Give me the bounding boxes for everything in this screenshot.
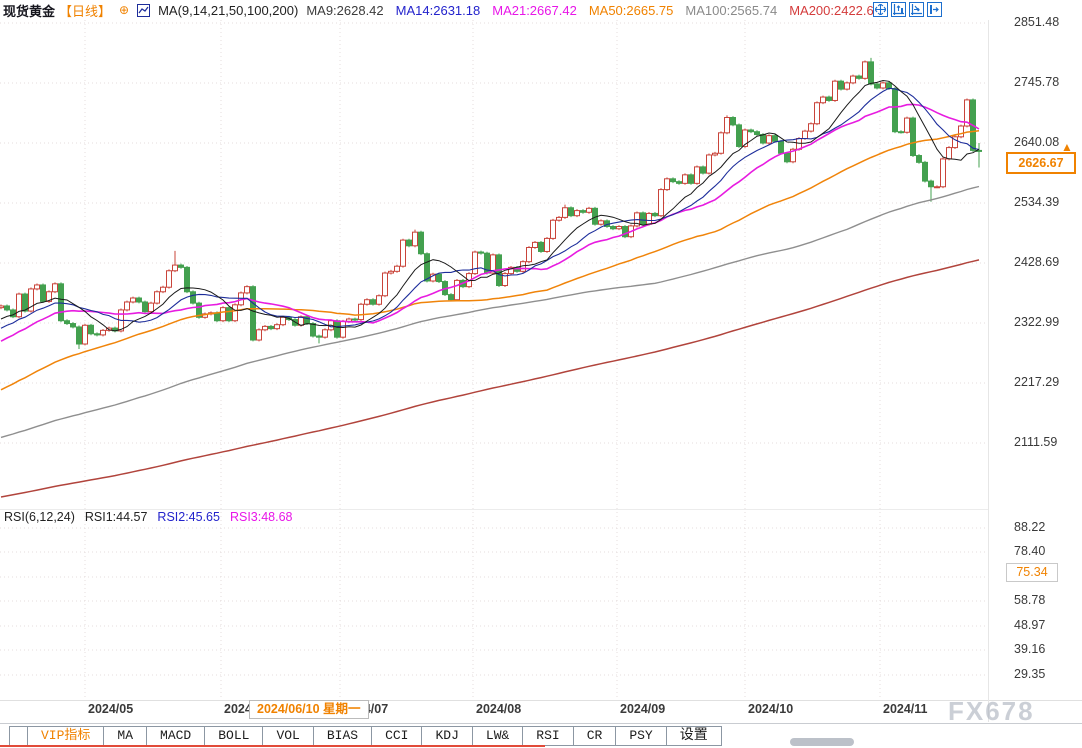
- rsi-tick-label: 88.22: [1014, 520, 1045, 534]
- rsi-values: RSI1:44.57 RSI2:45.65 RSI3:48.68: [85, 510, 293, 524]
- trading-app-window: 现货黄金 【日线】 ⊕ MA(9,14,21,50,100,200) MA9:2…: [0, 0, 1082, 748]
- timeframe-selector[interactable]: 【日线】: [59, 1, 111, 20]
- rsi-tick-label: 39.16: [1014, 642, 1045, 656]
- pan-tool-icon[interactable]: [873, 2, 888, 17]
- ma-value-3: MA50:2665.75: [589, 3, 674, 18]
- tab-RSI[interactable]: RSI: [522, 726, 573, 746]
- indicator-tabs: VIP指标MAMACDBOLLVOLBIASCCIKDJLW&RSICRPSY设…: [28, 726, 722, 746]
- month-label: 2024/08: [476, 702, 521, 716]
- price-tick-label: 2111.59: [1014, 435, 1057, 449]
- price-tick-label: 2534.39: [1014, 195, 1059, 209]
- month-label: 2024/10: [748, 702, 793, 716]
- rsi-value-2: RSI3:48.68: [230, 510, 293, 524]
- price-tick-label: 2745.78: [1014, 75, 1059, 89]
- month-label: 2024/05: [88, 702, 133, 716]
- ma-value-4: MA100:2565.74: [685, 3, 777, 18]
- ma-values: MA9:2628.42 MA14:2631.18 MA21:2667.42 MA50:…: [306, 3, 881, 18]
- rsi-crosshair-badge: 75.34: [1006, 563, 1058, 582]
- ma-value-1: MA14:2631.18: [396, 3, 481, 18]
- chart-header: 现货黄金 【日线】 ⊕ MA(9,14,21,50,100,200) MA9:2…: [3, 1, 881, 19]
- price-tick-label: 2428.69: [1014, 255, 1059, 269]
- price-chart-canvas[interactable]: [0, 0, 990, 748]
- rsi-tick-label: 78.40: [1014, 544, 1045, 558]
- rsi-tick-label: 58.78: [1014, 593, 1045, 607]
- ma-settings-label[interactable]: MA(9,14,21,50,100,200): [158, 3, 298, 18]
- fit-horizontal-axis-icon[interactable]: [909, 2, 924, 17]
- month-label: 2024/11: [883, 702, 928, 716]
- month-label: 2024/09: [620, 702, 665, 716]
- tab-VIP指标[interactable]: VIP指标: [27, 726, 104, 746]
- chart-type-icon[interactable]: [137, 4, 150, 17]
- toolbar-underline: [0, 745, 545, 747]
- rsi-value-1: RSI2:45.65: [157, 510, 220, 524]
- collapse-right-panel-icon[interactable]: [927, 2, 942, 17]
- collapse-toolbar-button[interactable]: [9, 726, 28, 746]
- rsi-header: RSI(6,12,24) RSI1:44.57 RSI2:45.65 RSI3:48…: [4, 510, 293, 524]
- last-price-badge: 2626.67: [1006, 152, 1076, 174]
- price-tick-label: 2640.08: [1014, 135, 1059, 149]
- circle-plus-icon[interactable]: ⊕: [119, 4, 129, 16]
- price-tick-label: 2322.99: [1014, 315, 1059, 329]
- ma-value-2: MA21:2667.42: [492, 3, 577, 18]
- tab-KDJ[interactable]: KDJ: [421, 726, 472, 746]
- symbol-name[interactable]: 现货黄金: [3, 1, 55, 20]
- indicator-toolbar: VIP指标MAMACDBOLLVOLBIASCCIKDJLW&RSICRPSY设…: [0, 723, 1082, 747]
- tab-BOLL[interactable]: BOLL: [204, 726, 263, 746]
- tab-CR[interactable]: CR: [573, 726, 617, 746]
- rsi-settings-label[interactable]: RSI(6,12,24): [4, 510, 75, 524]
- price-tick-label: 2217.29: [1014, 375, 1059, 389]
- rsi-value-0: RSI1:44.57: [85, 510, 148, 524]
- tab-设置[interactable]: 设置: [666, 726, 722, 746]
- rsi-tick-label: 29.35: [1014, 667, 1045, 681]
- price-tick-label: 2851.48: [1014, 15, 1059, 29]
- crosshair-date-badge: 2024/06/10 星期一: [249, 700, 369, 719]
- tab-CCI[interactable]: CCI: [371, 726, 422, 746]
- ma-value-0: MA9:2628.42: [306, 3, 383, 18]
- tab-PSY[interactable]: PSY: [615, 726, 666, 746]
- tab-BIAS[interactable]: BIAS: [313, 726, 372, 746]
- tab-VOL[interactable]: VOL: [262, 726, 313, 746]
- fit-vertical-axis-icon[interactable]: [891, 2, 906, 17]
- ma-value-5: MA200:2422.67: [789, 3, 881, 18]
- tab-MA[interactable]: MA: [103, 726, 147, 746]
- tab-LW&[interactable]: LW&: [472, 726, 523, 746]
- h-scrollbar-thumb[interactable]: [790, 738, 854, 746]
- tab-MACD[interactable]: MACD: [146, 726, 205, 746]
- chart-tool-buttons: [873, 2, 942, 17]
- rsi-tick-label: 48.97: [1014, 618, 1045, 632]
